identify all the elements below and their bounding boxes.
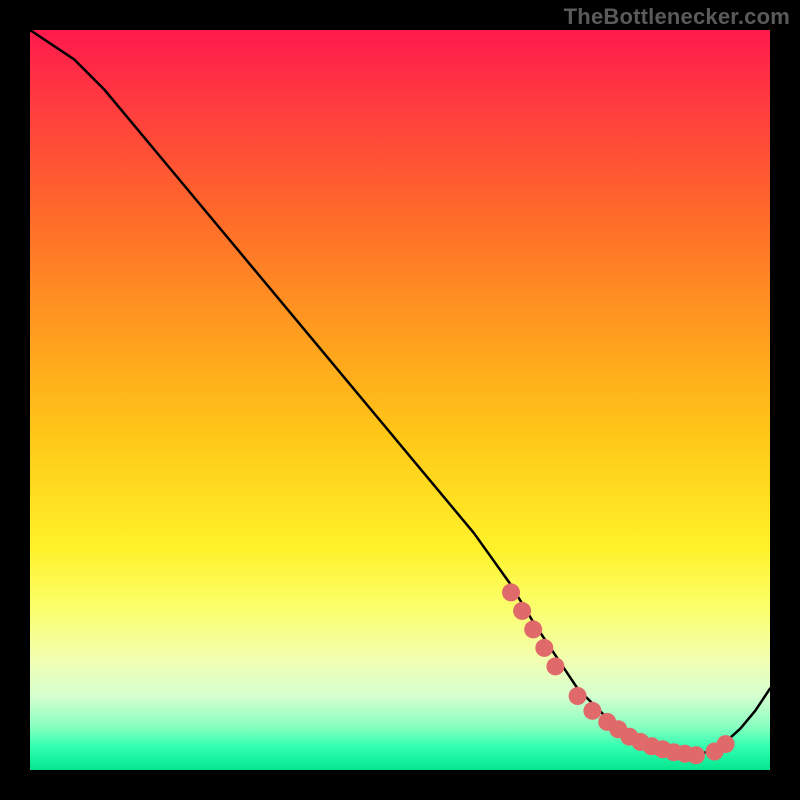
marker-dot <box>583 702 601 720</box>
marker-group <box>502 583 735 764</box>
attribution-label: TheBottlenecker.com <box>564 4 790 30</box>
marker-dot <box>502 583 520 601</box>
marker-dot <box>546 657 564 675</box>
chart-container: TheBottlenecker.com <box>0 0 800 800</box>
plot-area <box>30 30 770 770</box>
marker-dot <box>717 735 735 753</box>
bottleneck-curve <box>30 30 770 755</box>
marker-dot <box>524 620 542 638</box>
marker-dot <box>687 746 705 764</box>
curve-layer <box>30 30 770 770</box>
marker-dot <box>535 639 553 657</box>
marker-dot <box>513 602 531 620</box>
marker-dot <box>569 687 587 705</box>
